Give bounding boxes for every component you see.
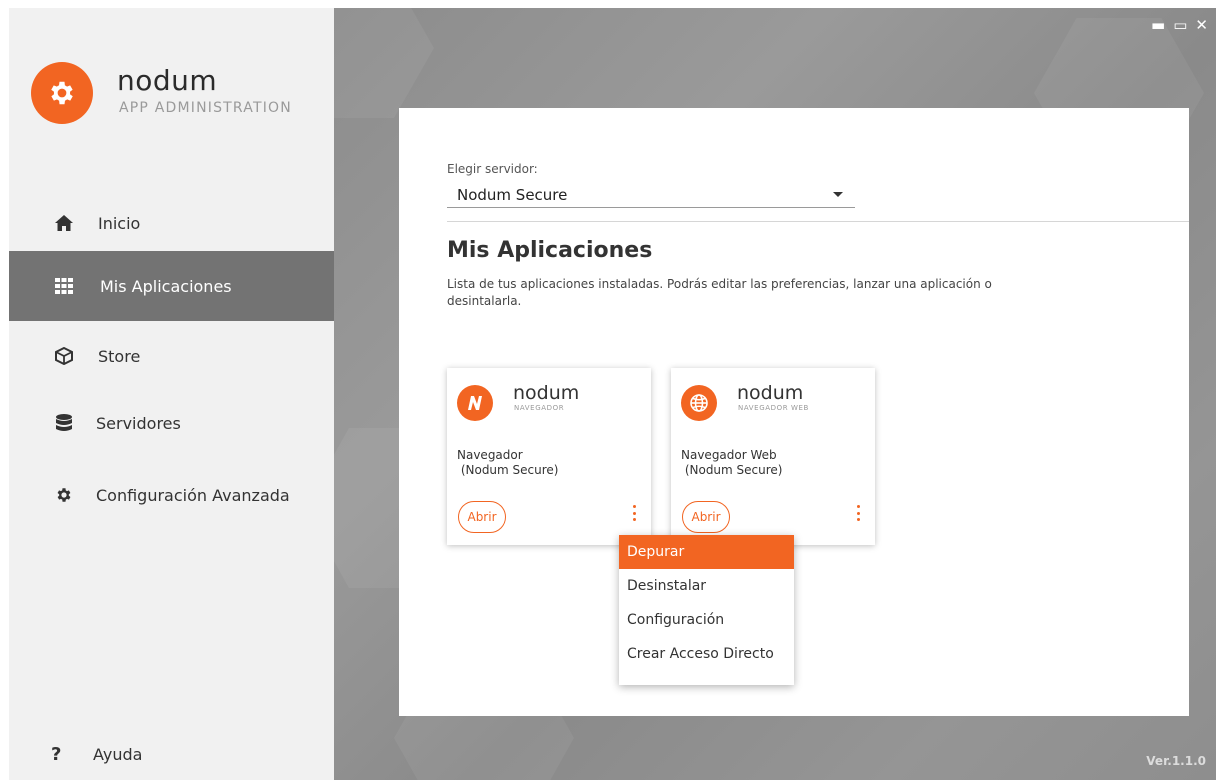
app-card: nodum NAVEGADOR WEB Navegador Web (Nodum… xyxy=(671,368,875,545)
app-card: nodum NAVEGADOR Navegador (Nodum Secure)… xyxy=(447,368,651,545)
sidebar-item-servidores[interactable]: Servidores xyxy=(9,388,334,458)
maximize-icon[interactable]: ▭ xyxy=(1173,16,1187,34)
context-menu: Depurar Desinstalar Configuración Crear … xyxy=(619,535,794,685)
menu-item-crear-acceso-directo[interactable]: Crear Acceso Directo xyxy=(619,637,794,671)
sidebar-item-label: Servidores xyxy=(96,413,181,433)
brand-name: nodum xyxy=(117,64,218,97)
menu-item-depurar[interactable]: Depurar xyxy=(619,535,794,569)
chevron-down-icon xyxy=(833,192,843,197)
server-select-value: Nodum Secure xyxy=(457,185,568,204)
app-brand: nodum xyxy=(513,382,580,404)
app-name: Navegador (Nodum Secure) xyxy=(457,448,559,477)
box-icon xyxy=(53,345,75,367)
page-title: Mis Aplicaciones xyxy=(447,238,653,263)
server-select-label: Elegir servidor: xyxy=(447,162,538,176)
divider xyxy=(447,221,1189,222)
server-select[interactable]: Nodum Secure xyxy=(447,182,855,208)
window-controls: ▬ ▭ ✕ xyxy=(1151,16,1208,34)
grid-icon xyxy=(53,275,75,297)
app-subtitle: NAVEGADOR xyxy=(514,404,565,412)
sidebar-item-label: Mis Aplicaciones xyxy=(100,276,232,296)
close-icon[interactable]: ✕ xyxy=(1195,16,1208,34)
app-name: Navegador Web (Nodum Secure) xyxy=(681,448,783,477)
globe-icon xyxy=(681,385,717,421)
app-window: nodum APP ADMINISTRATION Inicio Mis Apli… xyxy=(9,8,1216,780)
menu-item-configuracion[interactable]: Configuración xyxy=(619,603,794,637)
database-icon xyxy=(53,412,75,434)
more-options-icon[interactable] xyxy=(629,505,639,521)
main-panel: Elegir servidor: Nodum Secure Mis Aplica… xyxy=(399,108,1189,716)
sidebar-item-store[interactable]: Store xyxy=(9,321,334,391)
home-icon xyxy=(53,212,75,234)
more-options-icon[interactable] xyxy=(853,505,863,521)
app-brand: nodum xyxy=(737,382,804,404)
nodum-n-icon xyxy=(457,385,493,421)
version-label: Ver.1.1.0 xyxy=(1146,754,1206,768)
sidebar-item-label: Configuración Avanzada xyxy=(96,485,290,505)
open-button[interactable]: Abrir xyxy=(458,501,506,533)
page-description: Lista de tus aplicaciones instaladas. Po… xyxy=(447,277,992,308)
sidebar-item-mis-aplicaciones[interactable]: Mis Aplicaciones xyxy=(9,251,334,321)
sidebar-item-label: Inicio xyxy=(98,213,141,233)
sidebar-item-inicio[interactable]: Inicio xyxy=(9,188,334,258)
sidebar-item-configuracion-avanzada[interactable]: Configuración Avanzada xyxy=(9,460,334,530)
sidebar: nodum APP ADMINISTRATION Inicio Mis Apli… xyxy=(9,8,334,780)
brand-subtitle: APP ADMINISTRATION xyxy=(119,100,292,116)
help-icon: ? xyxy=(51,744,62,765)
sidebar-item-label: Store xyxy=(98,346,141,366)
minimize-icon[interactable]: ▬ xyxy=(1151,16,1165,34)
nodum-logo-icon xyxy=(31,62,93,124)
gear-icon xyxy=(53,484,75,506)
help-link[interactable]: ? Ayuda xyxy=(51,744,142,765)
menu-item-desinstalar[interactable]: Desinstalar xyxy=(619,569,794,603)
help-label: Ayuda xyxy=(93,745,143,764)
open-button[interactable]: Abrir xyxy=(682,501,730,533)
app-subtitle: NAVEGADOR WEB xyxy=(738,404,809,412)
